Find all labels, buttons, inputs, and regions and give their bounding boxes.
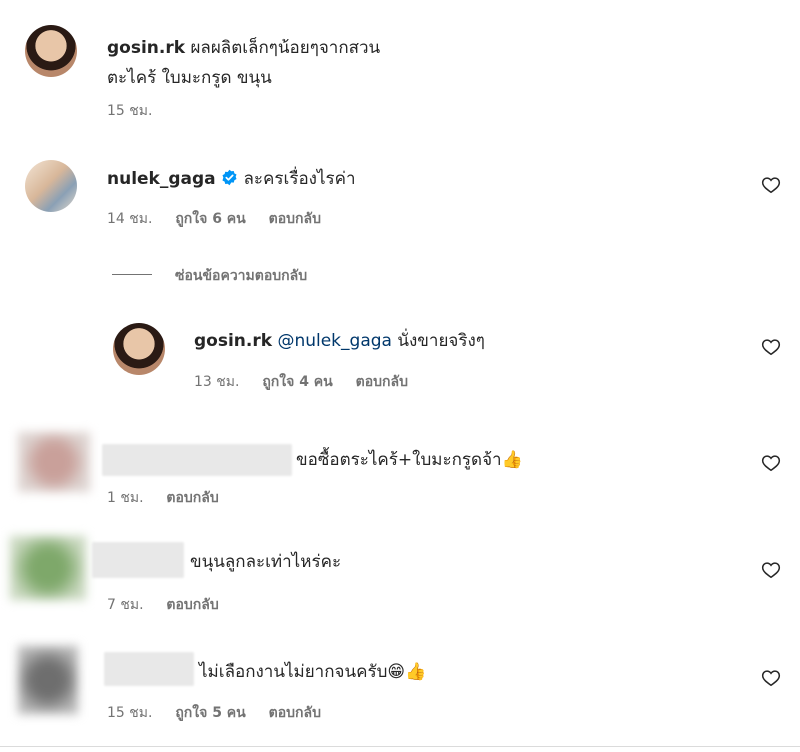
divider [0, 746, 800, 747]
reply-likes[interactable]: ถูกใจ 4 คน [262, 374, 332, 390]
comment-text: nulek_gaga ละครเรื่องไรค่า [107, 165, 356, 193]
comment-username[interactable] [104, 652, 194, 686]
reply-button[interactable]: ตอบกลับ [356, 374, 408, 390]
comment-username[interactable]: gosin.rk [107, 38, 185, 58]
reply-button[interactable]: ตอบกลับ [269, 211, 321, 227]
comment-likes[interactable]: ถูกใจ 6 คน [175, 211, 245, 227]
reply-mention[interactable]: @nulek_gaga [277, 331, 392, 351]
heart-icon[interactable] [761, 175, 781, 195]
heart-icon[interactable] [761, 337, 781, 357]
comment-username[interactable]: nulek_gaga [107, 169, 216, 189]
avatar[interactable] [25, 25, 77, 77]
reply-meta: 13 ชม. ถูกใจ 4 คน ตอบกลับ [194, 371, 426, 393]
comment-body: ขนุนลูกละเท่าไหร่คะ [190, 552, 342, 572]
comment-time: 7 ชม. [107, 597, 144, 613]
comment-body: ละครเรื่องไรค่า [243, 169, 356, 189]
avatar[interactable] [18, 646, 78, 714]
comment-meta: 1 ชม. ตอบกลับ [107, 487, 237, 509]
comment-username[interactable] [102, 444, 292, 476]
comment-meta: 7 ชม. ตอบกลับ [107, 594, 237, 616]
comment-time: 1 ชม. [107, 490, 144, 506]
avatar[interactable] [113, 323, 165, 375]
hide-replies-button[interactable]: ซ่อนข้อความตอบกลับ [175, 265, 307, 287]
comment-meta: 14 ชม. ถูกใจ 6 คน ตอบกลับ [107, 208, 339, 230]
comment-text-line2: ตะไคร้ ใบมะกรูด ขนุน [107, 68, 272, 88]
avatar[interactable] [25, 160, 77, 212]
reply-button[interactable]: ตอบกลับ [166, 597, 218, 613]
avatar[interactable] [18, 432, 90, 492]
reply-body: นั่งขายจริงๆ [397, 331, 485, 351]
comment-meta: 15 ชม. ถูกใจ 5 คน ตอบกลับ [107, 702, 339, 724]
comment-body: ขอซื้อตระไคร้+ใบมะกรูดจ้า👍 [296, 450, 523, 470]
reply-text: gosin.rk @nulek_gaga นั่งขายจริงๆ [194, 327, 485, 355]
reply-button[interactable]: ตอบกลับ [269, 705, 321, 721]
hide-replies-line [112, 274, 152, 275]
heart-icon[interactable] [761, 453, 781, 473]
reply-button[interactable]: ตอบกลับ [166, 490, 218, 506]
heart-icon[interactable] [761, 668, 781, 688]
comment-username[interactable] [92, 542, 184, 578]
comment-time: 15 ชม. [107, 705, 153, 721]
comment-text-line1: ผลผลิตเล็กๆน้อยๆจากสวน [190, 38, 381, 58]
comment-likes[interactable]: ถูกใจ 5 คน [175, 705, 245, 721]
comment-time: 14 ชม. [107, 211, 153, 227]
heart-icon[interactable] [761, 560, 781, 580]
comment-text: gosin.rk ผลผลิตเล็กๆน้อยๆจากสวน ตะไคร้ ใ… [107, 33, 527, 93]
reply-time: 13 ชม. [194, 374, 240, 390]
reply-username[interactable]: gosin.rk [194, 331, 272, 351]
comment-time: 15 ชม. [107, 103, 153, 119]
avatar[interactable] [10, 536, 86, 600]
comment-meta: 15 ชม. [107, 100, 170, 122]
comment-body: ไม่เลือกงานไม่ยากจนครับ😁👍 [199, 662, 427, 682]
verified-badge-icon [222, 169, 237, 186]
